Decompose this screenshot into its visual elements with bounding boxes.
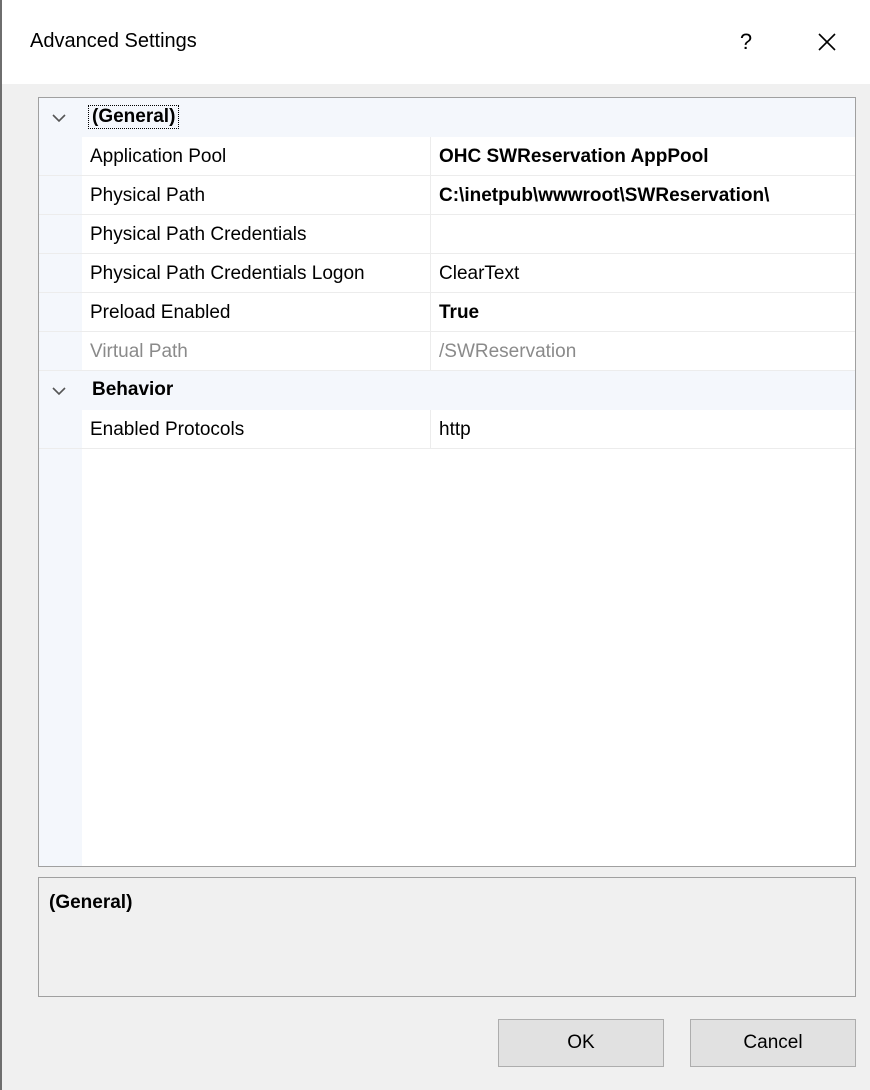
cancel-button[interactable]: Cancel: [690, 1019, 856, 1067]
category-general[interactable]: (General): [39, 98, 855, 137]
property-value[interactable]: C:\inetpub\wwwroot\SWReservation\: [439, 185, 769, 207]
category-label: (General): [87, 105, 180, 129]
property-name: Virtual Path: [90, 341, 188, 362]
property-name-cell: Enabled Protocols: [82, 410, 431, 448]
title-bar[interactable]: Advanced Settings ?: [2, 0, 870, 84]
property-grid[interactable]: (General) Application Pool OHC SWReserva…: [38, 97, 856, 867]
property-value[interactable]: /SWReservation: [439, 341, 576, 363]
property-name-cell: Physical Path Credentials Logon: [82, 254, 431, 292]
property-row[interactable]: Preload Enabled True: [39, 293, 855, 332]
category-label: Behavior: [92, 379, 174, 400]
property-value[interactable]: http: [439, 419, 471, 441]
description-title: (General): [49, 892, 133, 913]
property-name: Physical Path Credentials: [90, 224, 307, 245]
advanced-settings-dialog: Advanced Settings ? (General) Applicatio…: [0, 0, 870, 1090]
property-row[interactable]: Physical Path C:\inetpub\wwwroot\SWReser…: [39, 176, 855, 215]
property-name-cell: Physical Path Credentials: [82, 215, 431, 253]
property-row[interactable]: Enabled Protocols http: [39, 410, 855, 449]
chevron-down-icon[interactable]: [51, 383, 67, 399]
description-panel: (General): [38, 877, 856, 997]
property-name-cell: Physical Path: [82, 176, 431, 214]
property-value[interactable]: True: [439, 302, 479, 324]
property-name: Enabled Protocols: [90, 419, 245, 440]
close-button[interactable]: [802, 18, 852, 66]
ok-button[interactable]: OK: [498, 1019, 664, 1067]
chevron-down-icon[interactable]: [51, 110, 67, 126]
property-name: Physical Path Credentials Logon: [90, 263, 365, 284]
property-row[interactable]: Physical Path Credentials: [39, 215, 855, 254]
property-name: Physical Path: [90, 185, 206, 206]
dialog-title: Advanced Settings: [30, 30, 197, 52]
close-icon: [818, 33, 836, 51]
property-name-cell: Application Pool: [82, 137, 431, 175]
property-name: Preload Enabled: [90, 302, 231, 323]
property-value[interactable]: ClearText: [439, 263, 519, 285]
property-row[interactable]: Application Pool OHC SWReservation AppPo…: [39, 137, 855, 176]
property-row[interactable]: Virtual Path /SWReservation: [39, 332, 855, 371]
category-behavior[interactable]: Behavior: [39, 371, 855, 410]
property-name-cell: Preload Enabled: [82, 293, 431, 331]
property-name: Application Pool: [90, 146, 227, 167]
property-name-cell: Virtual Path: [82, 332, 431, 370]
help-button[interactable]: ?: [724, 22, 768, 62]
window-edge: [0, 0, 2, 1090]
property-value[interactable]: OHC SWReservation AppPool: [439, 146, 709, 168]
property-row[interactable]: Physical Path Credentials Logon ClearTex…: [39, 254, 855, 293]
